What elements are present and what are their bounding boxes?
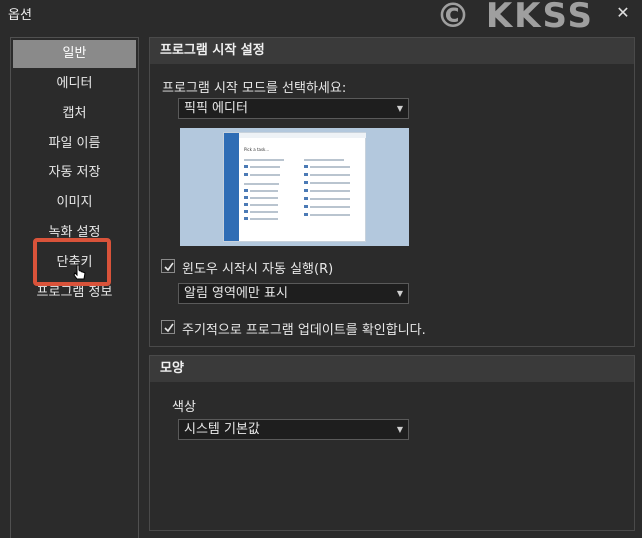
close-button[interactable]: ✕ xyxy=(612,3,634,23)
color-value: 시스템 기본값 xyxy=(184,422,260,437)
startup-mode-dropdown[interactable]: 픽픽 에디터 ▼ xyxy=(178,98,409,119)
check-updates-label[interactable]: 주기적으로 프로그램 업데이트를 확인합니다. xyxy=(182,319,426,338)
sidebar-item-capture[interactable]: 캡처 xyxy=(13,100,136,128)
appearance-panel-header: 모양 xyxy=(150,356,634,382)
sidebar-item-filename[interactable]: 파일 이름 xyxy=(13,130,136,158)
chevron-down-icon: ▼ xyxy=(396,289,403,298)
preview-heading: Pick a task... xyxy=(244,147,270,152)
check-icon xyxy=(164,262,174,272)
startup-panel: 프로그램 시작 설정 프로그램 시작 모드를 선택하세요: 픽픽 에디터 ▼ P… xyxy=(149,37,635,347)
preview-sidebar xyxy=(224,133,239,241)
sidebar-item-editor[interactable]: 에디터 xyxy=(13,70,136,98)
mouse-cursor-icon xyxy=(73,264,86,280)
startup-mode-value: 픽픽 에디터 xyxy=(184,101,248,116)
tray-mode-value: 알림 영역에만 표시 xyxy=(184,286,288,301)
chevron-down-icon: ▼ xyxy=(396,425,403,434)
sidebar: 일반 에디터 캡처 파일 이름 자동 저장 이미지 녹화 설정 단축키 프로그램… xyxy=(10,37,139,538)
check-icon xyxy=(164,323,174,333)
color-dropdown[interactable]: 시스템 기본값 ▼ xyxy=(178,419,409,440)
title-bar: 옵션 © KKSS ✕ xyxy=(0,0,642,36)
color-label: 색상 xyxy=(172,400,196,415)
window-title: 옵션 xyxy=(8,8,32,23)
chevron-down-icon: ▼ xyxy=(396,104,403,113)
sidebar-item-general[interactable]: 일반 xyxy=(13,40,136,68)
sidebar-item-autosave[interactable]: 자동 저장 xyxy=(13,159,136,187)
appearance-panel: 모양 색상 시스템 기본값 ▼ xyxy=(149,355,635,531)
startup-panel-header: 프로그램 시작 설정 xyxy=(150,38,634,64)
run-on-startup-checkbox[interactable] xyxy=(161,259,175,273)
shortcut-highlight-box xyxy=(33,238,111,286)
editor-preview-image: Pick a task... xyxy=(180,128,409,246)
sidebar-item-image[interactable]: 이미지 xyxy=(13,189,136,217)
tray-mode-dropdown[interactable]: 알림 영역에만 표시 ▼ xyxy=(178,283,409,304)
check-updates-checkbox[interactable] xyxy=(161,320,175,334)
startup-mode-label: 프로그램 시작 모드를 선택하세요: xyxy=(162,81,347,96)
run-on-startup-label[interactable]: 윈도우 시작시 자동 실행(R) xyxy=(182,258,333,277)
preview-window: Pick a task... xyxy=(223,132,366,242)
preview-titlebar xyxy=(239,133,366,138)
watermark: © KKSS xyxy=(436,0,594,36)
